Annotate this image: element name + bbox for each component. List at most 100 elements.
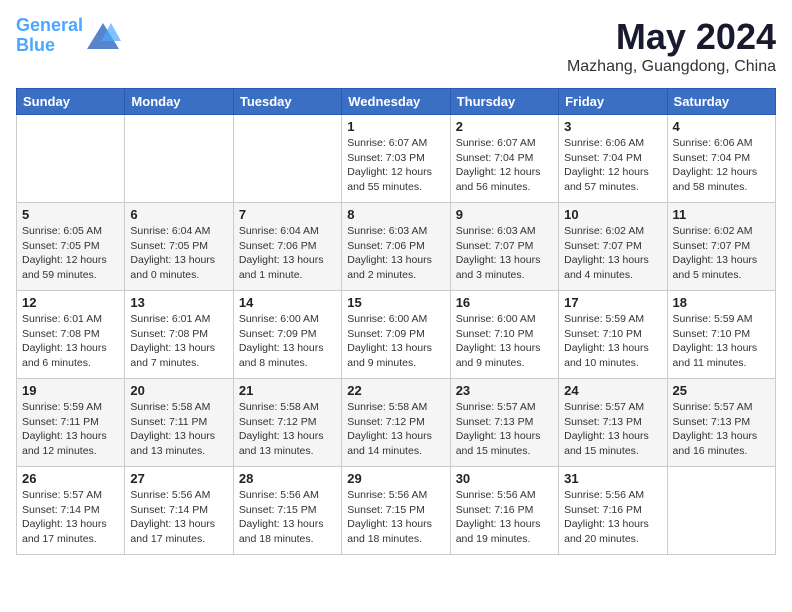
day-info: Sunrise: 5:57 AMSunset: 7:13 PMDaylight:… bbox=[456, 400, 553, 459]
weekday-header-thursday: Thursday bbox=[450, 89, 558, 115]
day-number: 29 bbox=[347, 471, 444, 486]
day-info: Sunrise: 5:57 AMSunset: 7:13 PMDaylight:… bbox=[564, 400, 661, 459]
day-info: Sunrise: 6:01 AMSunset: 7:08 PMDaylight:… bbox=[22, 312, 119, 371]
week-row-4: 19Sunrise: 5:59 AMSunset: 7:11 PMDayligh… bbox=[17, 379, 776, 467]
subtitle: Mazhang, Guangdong, China bbox=[567, 58, 776, 76]
calendar-cell: 24 Sunrise: 5:57 AMSunset: 7:13 PMDayligh… bbox=[559, 379, 667, 467]
title-block: May 2024 Mazhang, Guangdong, China bbox=[567, 16, 776, 76]
day-info: Sunrise: 6:02 AMSunset: 7:07 PMDaylight:… bbox=[673, 224, 770, 283]
calendar-cell: 28 Sunrise: 5:56 AMSunset: 7:15 PMDayligh… bbox=[233, 467, 341, 555]
day-info: Sunrise: 6:01 AMSunset: 7:08 PMDaylight:… bbox=[130, 312, 227, 371]
day-info: Sunrise: 5:56 AMSunset: 7:16 PMDaylight:… bbox=[564, 488, 661, 547]
calendar-cell bbox=[233, 115, 341, 203]
day-info: Sunrise: 5:58 AMSunset: 7:11 PMDaylight:… bbox=[130, 400, 227, 459]
day-number: 4 bbox=[673, 119, 770, 134]
day-number: 8 bbox=[347, 207, 444, 222]
calendar-cell: 12Sunrise: 6:01 AMSunset: 7:08 PMDayligh… bbox=[17, 291, 125, 379]
day-number: 30 bbox=[456, 471, 553, 486]
calendar-cell: 6Sunrise: 6:04 AMSunset: 7:05 PMDaylight… bbox=[125, 203, 233, 291]
day-info: Sunrise: 6:04 AMSunset: 7:06 PMDaylight:… bbox=[239, 224, 336, 283]
calendar-cell: 1 Sunrise: 6:07 AMSunset: 7:03 PMDaylight… bbox=[342, 115, 450, 203]
calendar-cell bbox=[17, 115, 125, 203]
calendar-cell: 4Sunrise: 6:06 AMSunset: 7:04 PMDaylight… bbox=[667, 115, 775, 203]
day-info: Sunrise: 6:07 AMSunset: 7:03 PMDaylight:… bbox=[347, 136, 444, 195]
calendar-cell: 2 Sunrise: 6:07 AMSunset: 7:04 PMDaylight… bbox=[450, 115, 558, 203]
calendar-cell: 26 Sunrise: 5:57 AMSunset: 7:14 PMDayligh… bbox=[17, 467, 125, 555]
main-title: May 2024 bbox=[567, 16, 776, 58]
weekday-header-saturday: Saturday bbox=[667, 89, 775, 115]
day-number: 21 bbox=[239, 383, 336, 398]
logo: General Blue bbox=[16, 16, 121, 56]
day-info: Sunrise: 6:02 AMSunset: 7:07 PMDaylight:… bbox=[564, 224, 661, 283]
day-info: Sunrise: 6:00 AMSunset: 7:10 PMDaylight:… bbox=[456, 312, 553, 371]
day-number: 17 bbox=[564, 295, 661, 310]
day-info: Sunrise: 5:59 AMSunset: 7:10 PMDaylight:… bbox=[564, 312, 661, 371]
week-row-2: 5 Sunrise: 6:05 AMSunset: 7:05 PMDaylight… bbox=[17, 203, 776, 291]
day-number: 1 bbox=[347, 119, 444, 134]
calendar-cell: 19Sunrise: 5:59 AMSunset: 7:11 PMDayligh… bbox=[17, 379, 125, 467]
calendar-cell: 10Sunrise: 6:02 AMSunset: 7:07 PMDayligh… bbox=[559, 203, 667, 291]
day-info: Sunrise: 5:56 AMSunset: 7:16 PMDaylight:… bbox=[456, 488, 553, 547]
day-number: 20 bbox=[130, 383, 227, 398]
calendar-cell bbox=[667, 467, 775, 555]
day-info: Sunrise: 5:56 AMSunset: 7:15 PMDaylight:… bbox=[239, 488, 336, 547]
logo-line2: Blue bbox=[16, 35, 55, 55]
calendar-cell: 3 Sunrise: 6:06 AMSunset: 7:04 PMDaylight… bbox=[559, 115, 667, 203]
day-number: 5 bbox=[22, 207, 119, 222]
calendar-cell: 7 Sunrise: 6:04 AMSunset: 7:06 PMDaylight… bbox=[233, 203, 341, 291]
calendar-cell: 25Sunrise: 5:57 AMSunset: 7:13 PMDayligh… bbox=[667, 379, 775, 467]
calendar-cell: 16Sunrise: 6:00 AMSunset: 7:10 PMDayligh… bbox=[450, 291, 558, 379]
day-number: 27 bbox=[130, 471, 227, 486]
day-number: 2 bbox=[456, 119, 553, 134]
week-row-5: 26 Sunrise: 5:57 AMSunset: 7:14 PMDayligh… bbox=[17, 467, 776, 555]
week-row-1: 1 Sunrise: 6:07 AMSunset: 7:03 PMDaylight… bbox=[17, 115, 776, 203]
calendar-cell: 5 Sunrise: 6:05 AMSunset: 7:05 PMDaylight… bbox=[17, 203, 125, 291]
day-number: 24 bbox=[564, 383, 661, 398]
logo-text: General Blue bbox=[16, 16, 83, 56]
day-info: Sunrise: 6:00 AMSunset: 7:09 PMDaylight:… bbox=[239, 312, 336, 371]
day-info: Sunrise: 5:57 AMSunset: 7:14 PMDaylight:… bbox=[22, 488, 119, 547]
weekday-header-wednesday: Wednesday bbox=[342, 89, 450, 115]
calendar-cell: 17 Sunrise: 5:59 AMSunset: 7:10 PMDayligh… bbox=[559, 291, 667, 379]
day-number: 7 bbox=[239, 207, 336, 222]
calendar-cell: 18 Sunrise: 5:59 AMSunset: 7:10 PMDayligh… bbox=[667, 291, 775, 379]
day-info: Sunrise: 5:56 AMSunset: 7:14 PMDaylight:… bbox=[130, 488, 227, 547]
logo-icon bbox=[85, 21, 121, 51]
day-info: Sunrise: 6:00 AMSunset: 7:09 PMDaylight:… bbox=[347, 312, 444, 371]
calendar-cell: 22 Sunrise: 5:58 AMSunset: 7:12 PMDayligh… bbox=[342, 379, 450, 467]
calendar-cell: 21 Sunrise: 5:58 AMSunset: 7:12 PMDayligh… bbox=[233, 379, 341, 467]
day-info: Sunrise: 6:07 AMSunset: 7:04 PMDaylight:… bbox=[456, 136, 553, 195]
day-info: Sunrise: 6:05 AMSunset: 7:05 PMDaylight:… bbox=[22, 224, 119, 283]
calendar-cell: 20 Sunrise: 5:58 AMSunset: 7:11 PMDayligh… bbox=[125, 379, 233, 467]
day-number: 11 bbox=[673, 207, 770, 222]
calendar-cell: 23Sunrise: 5:57 AMSunset: 7:13 PMDayligh… bbox=[450, 379, 558, 467]
day-info: Sunrise: 6:03 AMSunset: 7:06 PMDaylight:… bbox=[347, 224, 444, 283]
calendar-table: SundayMondayTuesdayWednesdayThursdayFrid… bbox=[16, 88, 776, 555]
calendar-cell bbox=[125, 115, 233, 203]
calendar-cell: 30 Sunrise: 5:56 AMSunset: 7:16 PMDayligh… bbox=[450, 467, 558, 555]
day-number: 31 bbox=[564, 471, 661, 486]
day-info: Sunrise: 5:56 AMSunset: 7:15 PMDaylight:… bbox=[347, 488, 444, 547]
day-number: 22 bbox=[347, 383, 444, 398]
day-info: Sunrise: 6:06 AMSunset: 7:04 PMDaylight:… bbox=[564, 136, 661, 195]
day-info: Sunrise: 5:58 AMSunset: 7:12 PMDaylight:… bbox=[239, 400, 336, 459]
day-info: Sunrise: 6:03 AMSunset: 7:07 PMDaylight:… bbox=[456, 224, 553, 283]
day-number: 13 bbox=[130, 295, 227, 310]
calendar-cell: 15 Sunrise: 6:00 AMSunset: 7:09 PMDayligh… bbox=[342, 291, 450, 379]
day-number: 3 bbox=[564, 119, 661, 134]
day-number: 25 bbox=[673, 383, 770, 398]
calendar-cell: 13 Sunrise: 6:01 AMSunset: 7:08 PMDayligh… bbox=[125, 291, 233, 379]
day-number: 15 bbox=[347, 295, 444, 310]
page-header: General Blue May 2024 Mazhang, Guangdong… bbox=[16, 16, 776, 76]
logo-line1: General bbox=[16, 15, 83, 35]
day-number: 28 bbox=[239, 471, 336, 486]
day-info: Sunrise: 5:59 AMSunset: 7:10 PMDaylight:… bbox=[673, 312, 770, 371]
calendar-cell: 14Sunrise: 6:00 AMSunset: 7:09 PMDayligh… bbox=[233, 291, 341, 379]
calendar-cell: 27 Sunrise: 5:56 AMSunset: 7:14 PMDayligh… bbox=[125, 467, 233, 555]
day-info: Sunrise: 6:04 AMSunset: 7:05 PMDaylight:… bbox=[130, 224, 227, 283]
day-number: 18 bbox=[673, 295, 770, 310]
day-number: 19 bbox=[22, 383, 119, 398]
week-row-3: 12Sunrise: 6:01 AMSunset: 7:08 PMDayligh… bbox=[17, 291, 776, 379]
day-info: Sunrise: 5:58 AMSunset: 7:12 PMDaylight:… bbox=[347, 400, 444, 459]
day-number: 26 bbox=[22, 471, 119, 486]
